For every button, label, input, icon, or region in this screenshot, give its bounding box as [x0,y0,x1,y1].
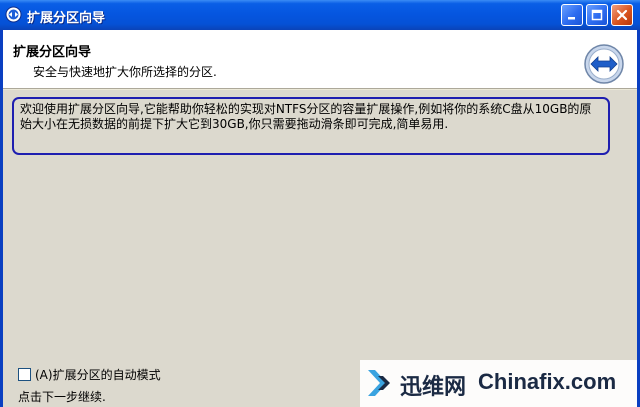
auto-mode-option[interactable]: (A)扩展分区的自动模式 [18,366,161,383]
close-icon [616,9,628,21]
brand-logo-icon [368,370,390,396]
auto-mode-checkbox[interactable] [18,368,31,381]
next-hint: 点击下一步继续. [18,390,106,404]
close-button[interactable] [611,4,633,26]
wizard-header: 扩展分区向导 安全与快速地扩大你所选择的分区. [3,30,637,89]
watermark-brand-cn: 迅维网 [400,375,467,400]
wizard-window: 扩展分区向导 扩展分区向导 安全与快速地扩大你所选择的分区. 欢迎使用扩展分区向… [0,0,640,407]
maximize-button[interactable] [586,4,608,26]
auto-mode-label[interactable]: (A)扩展分区的自动模式 [35,366,161,383]
description-box: 欢迎使用扩展分区向导,它能帮助你轻松的实现对NTFS分区的容量扩展操作,例如将你… [12,97,610,155]
minimize-icon [568,17,575,20]
double-arrow-icon [584,44,624,84]
watermark-brand-en: Chinafix.com [478,369,617,394]
minimize-button[interactable] [561,4,583,26]
title-bar[interactable]: 扩展分区向导 [0,0,640,30]
header-title: 扩展分区向导 [13,45,92,60]
maximize-icon [591,9,603,21]
window-title: 扩展分区向导 [27,11,106,26]
header-subtitle: 安全与快速地扩大你所选择的分区. [33,65,217,79]
app-icon [5,6,22,23]
client-area: 扩展分区向导 安全与快速地扩大你所选择的分区. 欢迎使用扩展分区向导,它能帮助你… [3,30,637,407]
watermark: 迅维网 Chinafix.com [360,360,637,407]
